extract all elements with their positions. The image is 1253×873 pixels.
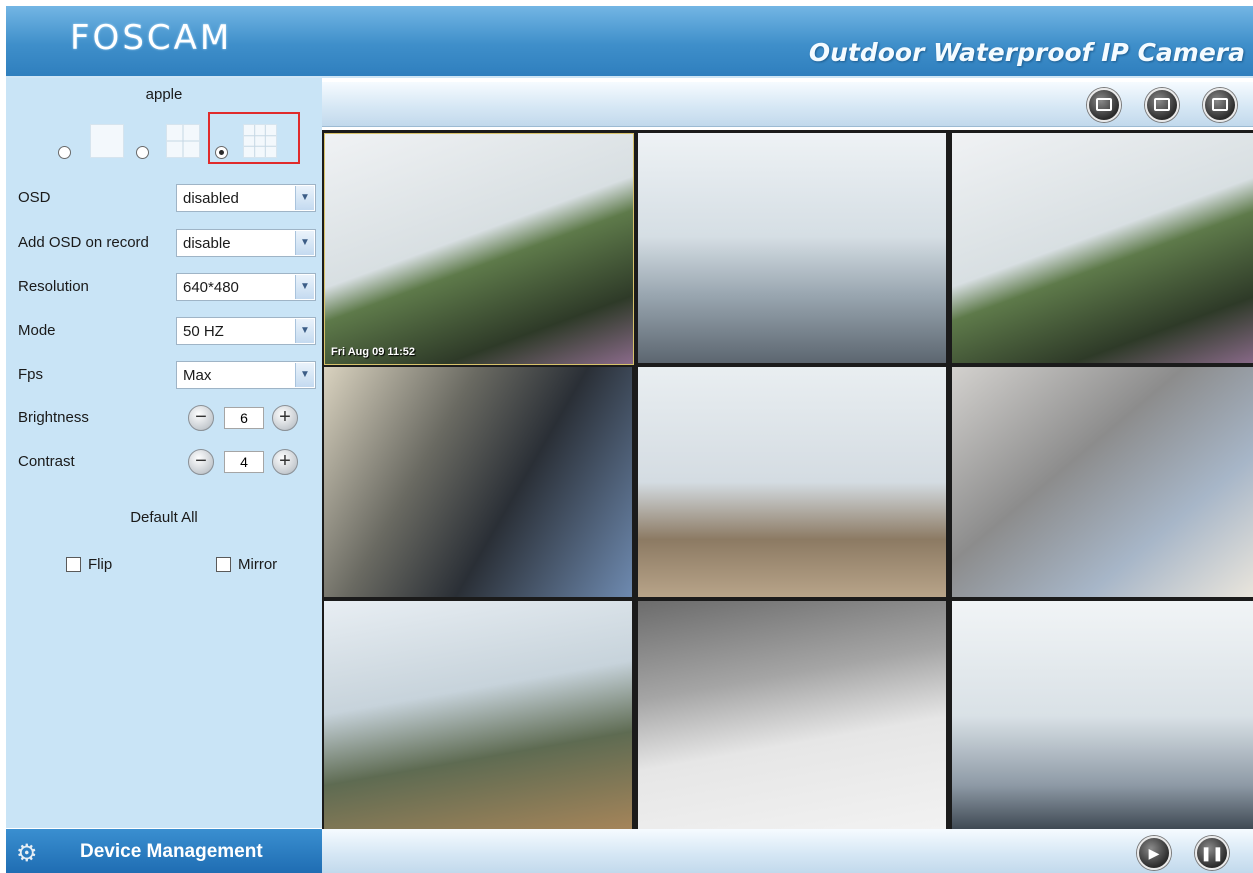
play-icon: ▶ xyxy=(1148,845,1160,861)
fps-row: Fps Max ▼ xyxy=(18,361,318,391)
quad-view-icon xyxy=(166,124,200,158)
layout-radio-4-view[interactable] xyxy=(136,146,149,159)
osd-label: OSD xyxy=(18,189,51,206)
video-grid: Fri Aug 09 11:52 xyxy=(322,130,1253,831)
add-osd-select[interactable]: disable ▼ xyxy=(176,229,316,257)
brightness-value: 6 xyxy=(224,407,264,429)
add-osd-select-value: disable xyxy=(183,235,231,252)
playback-bar: ▶ ❚❚ xyxy=(322,829,1253,873)
osd-select[interactable]: disabled ▼ xyxy=(176,184,316,212)
device-management-tab[interactable]: ⚙ Device Management xyxy=(6,829,322,873)
camera-icon xyxy=(1154,98,1170,111)
add-osd-row: Add OSD on record disable ▼ xyxy=(18,229,318,259)
resolution-label: Resolution xyxy=(18,278,89,295)
camera-view-7[interactable] xyxy=(324,601,632,831)
device-management-label: Device Management xyxy=(80,841,263,862)
chevron-down-icon: ▼ xyxy=(295,319,314,343)
fps-label: Fps xyxy=(18,366,44,383)
single-view-icon xyxy=(90,124,124,158)
mode-select[interactable]: 50 HZ ▼ xyxy=(176,317,316,345)
chevron-down-icon: ▼ xyxy=(295,275,314,299)
contrast-decrease-button[interactable]: − xyxy=(188,449,214,475)
fullscreen-button[interactable] xyxy=(1203,88,1237,122)
resolution-select[interactable]: 640*480 ▼ xyxy=(176,273,316,301)
snapshot-button[interactable] xyxy=(1145,88,1179,122)
brightness-label: Brightness xyxy=(18,409,89,426)
contrast-row: Contrast − 4 + xyxy=(18,448,318,478)
contrast-label: Contrast xyxy=(18,453,75,470)
brightness-row: Brightness − 6 + xyxy=(18,404,318,434)
brightness-increase-button[interactable]: + xyxy=(272,405,298,431)
pause-icon: ❚❚ xyxy=(1200,845,1224,861)
camera-view-1[interactable]: Fri Aug 09 11:52 xyxy=(324,133,634,365)
product-tagline: Outdoor Waterproof IP Camera xyxy=(808,38,1245,67)
contrast-value: 4 xyxy=(224,451,264,473)
camera-view-6[interactable] xyxy=(952,367,1253,597)
osd-row: OSD disabled ▼ xyxy=(18,184,318,214)
chevron-down-icon: ▼ xyxy=(295,231,314,255)
gear-icon: ⚙ xyxy=(16,840,38,867)
camera-name: apple xyxy=(145,86,183,103)
foscam-logo: FOSCAM xyxy=(70,18,233,58)
resolution-row: Resolution 640*480 ▼ xyxy=(18,273,318,303)
mode-select-value: 50 HZ xyxy=(183,323,224,340)
default-all-button[interactable]: Default All xyxy=(6,509,322,526)
camera-view-3[interactable] xyxy=(952,133,1253,363)
chevron-down-icon: ▼ xyxy=(295,186,314,210)
mirror-label: Mirror xyxy=(238,556,278,573)
video-toolbar xyxy=(322,82,1253,127)
flip-label: Flip xyxy=(88,556,113,573)
camera-view-4[interactable] xyxy=(324,367,632,597)
header-banner: FOSCAM Outdoor Waterproof IP Camera xyxy=(6,6,1253,78)
play-button[interactable]: ▶ xyxy=(1137,836,1171,870)
brightness-decrease-button[interactable]: − xyxy=(188,405,214,431)
camera-view-8[interactable] xyxy=(638,601,946,831)
chevron-down-icon: ▼ xyxy=(295,363,314,387)
resolution-select-value: 640*480 xyxy=(183,279,239,296)
osd-select-value: disabled xyxy=(183,190,239,207)
flip-checkbox[interactable] xyxy=(66,557,81,572)
contrast-increase-button[interactable]: + xyxy=(272,449,298,475)
pause-button[interactable]: ❚❚ xyxy=(1195,836,1229,870)
video-camera-icon xyxy=(1096,98,1112,111)
add-osd-label: Add OSD on record xyxy=(18,234,149,251)
mirror-checkbox[interactable] xyxy=(216,557,231,572)
fps-select[interactable]: Max ▼ xyxy=(176,361,316,389)
mode-row: Mode 50 HZ ▼ xyxy=(18,317,318,347)
layout-radio-1-view[interactable] xyxy=(58,146,71,159)
mode-label: Mode xyxy=(18,322,56,339)
record-button[interactable] xyxy=(1087,88,1121,122)
fullscreen-icon xyxy=(1212,98,1228,111)
camera-view-9[interactable] xyxy=(952,601,1253,831)
selected-layout-highlight xyxy=(208,112,300,164)
settings-sidebar: apple OSD disabled ▼ Add OSD on record d… xyxy=(6,78,322,828)
camera-view-5[interactable] xyxy=(638,367,946,597)
video-timestamp: Fri Aug 09 11:52 xyxy=(331,346,415,358)
camera-view-2[interactable] xyxy=(638,133,946,363)
fps-select-value: Max xyxy=(183,367,212,384)
